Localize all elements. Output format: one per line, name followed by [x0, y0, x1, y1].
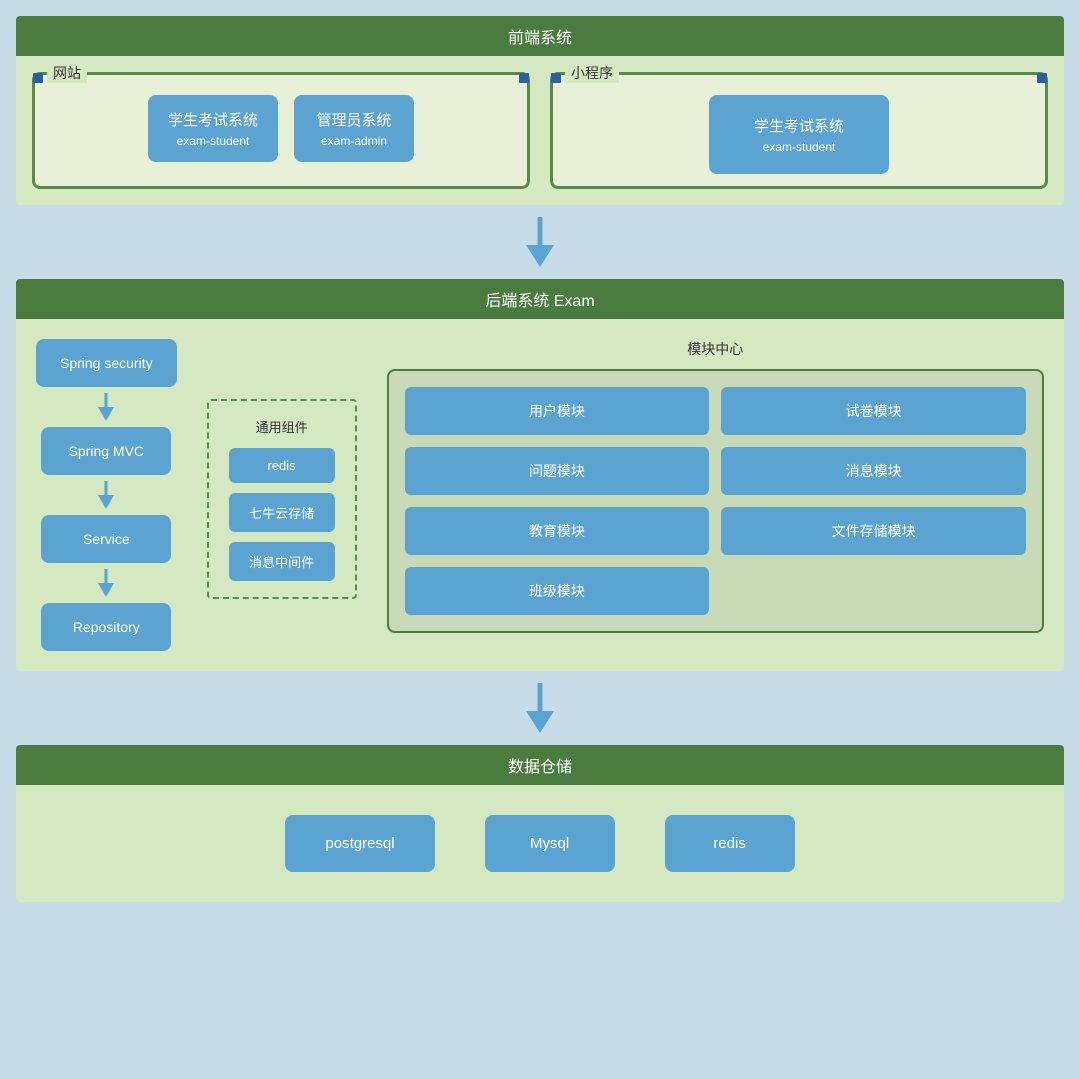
spring-mvc-box: Spring MVC — [41, 427, 171, 475]
miniapp-panel: 小程序 学生考试系统 exam-student — [550, 72, 1048, 189]
module-center-label: 模块中心 — [387, 339, 1044, 359]
datastorage-header: 数据仓储 — [16, 745, 1064, 785]
chain-arrow-3 — [96, 563, 116, 603]
postgresql-box: postgresql — [285, 815, 434, 872]
exam-module: 试卷模块 — [721, 387, 1026, 435]
website-inner: 学生考试系统 exam-student 管理员系统 exam-admin — [47, 87, 515, 162]
frontend-section: 前端系统 网站 学生考试系统 exam-student 管理员系统 exam-a… — [16, 16, 1064, 205]
datastorage-section: 数据仓储 postgresql Mysql redis — [16, 745, 1064, 902]
spring-security-box: Spring security — [36, 339, 177, 387]
chain-column: Spring security Spring MVC — [36, 339, 177, 651]
arrow-frontend-to-backend — [16, 205, 1064, 279]
redis-common: redis — [229, 448, 335, 483]
miniapp-inner: 学生考试系统 exam-student — [565, 87, 1033, 174]
chain-arrow-1 — [96, 387, 116, 427]
common-items-list: redis 七牛云存储 消息中间件 — [229, 448, 335, 581]
module-grid: 用户模块 试卷模块 问题模块 消息模块 教育模块 — [405, 387, 1026, 615]
frontend-header: 前端系统 — [16, 16, 1064, 56]
frontend-body: 网站 学生考试系统 exam-student 管理员系统 exam-admin … — [16, 56, 1064, 205]
exam-student-box-mini: 学生考试系统 exam-student — [709, 95, 889, 174]
common-components: 通用组件 redis 七牛云存储 消息中间件 — [207, 399, 357, 599]
common-label: 通用组件 — [229, 417, 335, 436]
redis-db-box: redis — [665, 815, 795, 872]
service-box: Service — [41, 515, 171, 563]
qiniu-common: 七牛云存储 — [229, 493, 335, 532]
backend-header: 后端系统 Exam — [16, 279, 1064, 319]
arrow-backend-to-data — [16, 671, 1064, 745]
backend-section: 后端系统 Exam Spring security Spring MVC — [16, 279, 1064, 671]
backend-body: Spring security Spring MVC — [16, 319, 1064, 671]
mq-common: 消息中间件 — [229, 542, 335, 581]
filestorage-module: 文件存储模块 — [721, 507, 1026, 555]
message-module: 消息模块 — [721, 447, 1026, 495]
miniapp-label: 小程序 — [565, 63, 619, 83]
website-panel: 网站 学生考试系统 exam-student 管理员系统 exam-admin — [32, 72, 530, 189]
chain-arrow-2 — [96, 475, 116, 515]
class-module: 班级模块 — [405, 567, 710, 615]
exam-admin-box: 管理员系统 exam-admin — [294, 95, 414, 162]
repository-box: Repository — [41, 603, 171, 651]
exam-student-box-web: 学生考试系统 exam-student — [148, 95, 278, 162]
user-module: 用户模块 — [405, 387, 710, 435]
mysql-box: Mysql — [485, 815, 615, 872]
main-diagram: 前端系统 网站 学生考试系统 exam-student 管理员系统 exam-a… — [16, 16, 1064, 902]
module-grid-wrapper: 用户模块 试卷模块 问题模块 消息模块 教育模块 — [387, 369, 1044, 633]
datastorage-body: postgresql Mysql redis — [16, 785, 1064, 902]
module-center: 模块中心 用户模块 试卷模块 问题模块 消息模块 — [387, 339, 1044, 633]
question-module: 问题模块 — [405, 447, 710, 495]
website-label: 网站 — [47, 63, 87, 83]
education-module: 教育模块 — [405, 507, 710, 555]
